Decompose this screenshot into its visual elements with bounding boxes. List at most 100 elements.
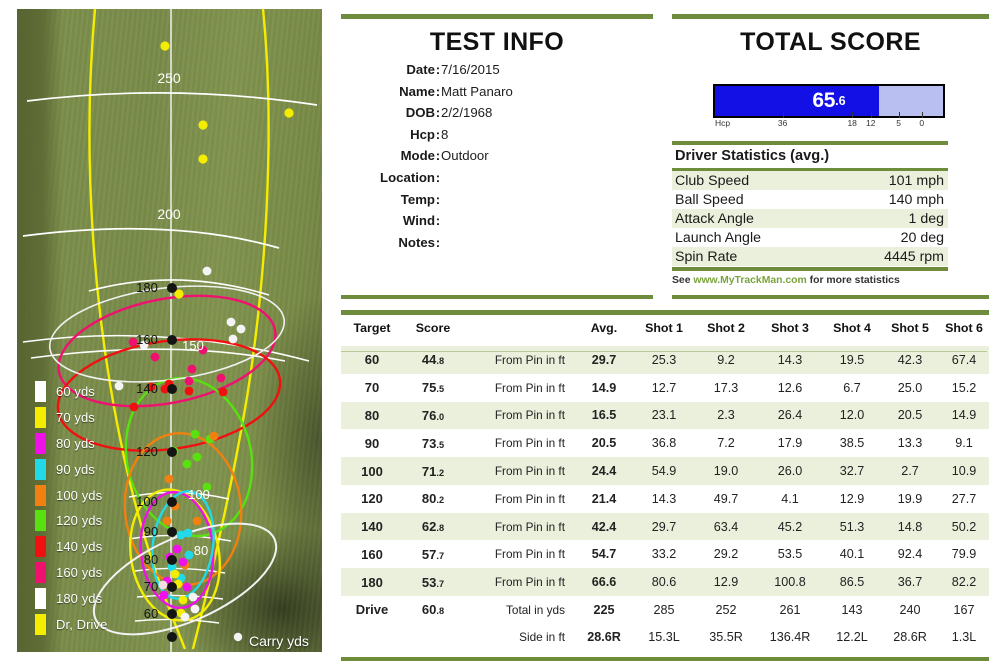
driver-stats-title: Driver Statistics (avg.) xyxy=(675,148,830,164)
info-row-wind: Wind: xyxy=(345,213,645,228)
cell-shot-2: 17.3 xyxy=(713,380,739,395)
cell-shot-2: 2.3 xyxy=(695,401,757,430)
info-row-temp: Temp: xyxy=(345,192,645,207)
trackman-report-page: 250 200 180 160 150 140 120 100 100 90 8… xyxy=(0,0,1000,668)
cell-shot-1: 23.1 xyxy=(633,401,695,430)
svg-text:140: 140 xyxy=(136,381,158,396)
svg-text:250: 250 xyxy=(157,70,181,86)
more-statistics-note: See www.MyTrackMan.com for more statisti… xyxy=(672,271,948,286)
cell-shot-6: 1.3L xyxy=(951,630,977,645)
cell-score: 60.8 xyxy=(421,602,445,618)
stat-value: 140 mph xyxy=(888,191,944,208)
info-row-date: Date:7/16/2015 xyxy=(345,62,645,77)
mytrackman-link[interactable]: www.MyTrackMan.com xyxy=(693,275,806,286)
table-row: 80 76.0 From Pin in ft 16.5 23.1 2.3 26.4 12.0 2… xyxy=(341,401,989,430)
cell-shot-5: 240 xyxy=(899,602,921,617)
stat-label: Ball Speed xyxy=(675,191,744,208)
legend-item: 120 yds xyxy=(23,508,127,534)
cell-shot-5: 92.4 xyxy=(897,547,923,562)
cell-metric: Total in yds xyxy=(505,602,565,617)
col-shot-6: Shot 6 xyxy=(945,321,983,335)
cell-shot-1: 80.6 xyxy=(633,568,695,597)
cell-shot-3: 12.6 xyxy=(777,380,803,395)
cell-target: 120 xyxy=(361,491,383,507)
legend-item: 140 yds xyxy=(23,534,127,560)
table-row: Side in ft 28.6R 15.3L 35.5R 136.4R 12.2L 28.6… xyxy=(341,624,989,651)
cell-score: 75.5 xyxy=(421,380,445,396)
score-value-dec: .6 xyxy=(835,94,846,108)
cell-shot-4: 86.5 xyxy=(823,568,881,597)
legend-swatch-70 xyxy=(35,407,46,429)
info-row-name: Name: Matt Panaro xyxy=(345,84,645,99)
info-label: Location xyxy=(380,169,435,185)
cell-shot-6: 82.2 xyxy=(939,568,989,597)
svg-text:150: 150 xyxy=(182,338,204,353)
cell-target: 90 xyxy=(364,435,380,451)
legend-label: 160 yds xyxy=(56,564,103,580)
total-score-title: TOTAL SCORE xyxy=(740,28,921,56)
driver-statistics-panel: Driver Statistics (avg.) Club Speed 101 m… xyxy=(672,141,948,286)
cell-avg: 42.4 xyxy=(575,512,633,541)
legend-item: 80 yds xyxy=(23,431,127,457)
cell-target: 160 xyxy=(361,546,383,562)
cell-avg: 66.6 xyxy=(575,568,633,597)
col-shot-1: Shot 1 xyxy=(645,321,683,335)
cell-shot-4: 143 xyxy=(841,602,863,617)
top-rule-right xyxy=(672,14,989,19)
cell-shot-1: 33.2 xyxy=(651,547,677,562)
cell-score: 71.2 xyxy=(403,457,463,485)
cell-shot-4: 40.1 xyxy=(839,547,865,562)
top-rule-left xyxy=(341,14,653,19)
table-row: 120 80.2 From Pin in ft 21.4 14.3 49.7 4.1 12.9… xyxy=(341,485,989,513)
svg-text:120: 120 xyxy=(136,444,158,459)
info-value-dob: 2/2/1968 xyxy=(441,105,493,121)
score-axis-label: Hcp xyxy=(715,118,731,128)
cell-target: 70 xyxy=(364,380,380,396)
info-label: Hcp xyxy=(410,126,435,142)
col-avg: Avg. xyxy=(590,321,618,335)
info-row-mode: Mode: Outdoor xyxy=(345,148,645,163)
cell-target: 100 xyxy=(341,457,403,485)
total-score-gauge: 65.6 Hcp 36 18 12 5 0 xyxy=(713,84,945,132)
info-label: Mode xyxy=(400,148,435,164)
cell-shot-3: 261 xyxy=(779,602,801,617)
legend-label: Dr, Drive xyxy=(56,616,108,632)
info-value-wind xyxy=(441,213,645,228)
cell-score: 80.2 xyxy=(421,491,445,507)
legend-swatch-160 xyxy=(35,561,46,583)
cell-shot-4: 38.5 xyxy=(839,436,865,451)
legend-swatch-120 xyxy=(35,510,46,532)
cell-score xyxy=(403,624,463,651)
cell-target: Drive xyxy=(355,602,389,618)
svg-text:70: 70 xyxy=(144,579,158,594)
legend-label: 90 yds xyxy=(56,461,95,477)
table-row: 100 71.2 From Pin in ft 24.4 54.9 19.0 26.0 32.… xyxy=(341,457,989,485)
stat-value: 20 deg xyxy=(900,229,944,246)
cell-shot-6: 15.2 xyxy=(951,380,977,395)
cell-metric: Side in ft xyxy=(519,630,565,645)
stat-value: 101 mph xyxy=(888,172,944,189)
legend-label: 60 yds xyxy=(56,384,95,400)
driver-stat-row: Club Speed 101 mph xyxy=(672,171,948,190)
info-label: Name xyxy=(399,83,435,99)
legend-item: 180 yds xyxy=(23,585,127,611)
cell-shot-6: 14.9 xyxy=(939,401,989,430)
legend-swatch-80 xyxy=(35,432,46,454)
cell-score: 57.7 xyxy=(421,546,445,562)
svg-text:160: 160 xyxy=(136,332,158,347)
legend-swatch-140 xyxy=(35,536,46,558)
cell-shot-6: 10.9 xyxy=(939,457,989,485)
cell-avg: 14.9 xyxy=(591,380,617,395)
svg-text:60: 60 xyxy=(144,606,158,621)
legend-swatch-100 xyxy=(35,484,46,506)
cell-shot-6: 9.1 xyxy=(955,436,973,451)
legend-item: 160 yds xyxy=(23,560,127,586)
test-info-title: TEST INFO xyxy=(429,28,565,56)
cell-shot-3: 17.9 xyxy=(777,436,803,451)
info-value-hcp: 8 xyxy=(441,126,449,142)
note-prefix: See xyxy=(672,275,694,286)
cell-shot-3: 53.5 xyxy=(777,547,803,562)
cell-avg: 16.5 xyxy=(575,401,633,430)
table-row: 160 57.7 From Pin in ft 54.7 33.2 29.2 53.5 40.… xyxy=(341,540,989,568)
cell-shot-2: 63.4 xyxy=(695,512,757,541)
